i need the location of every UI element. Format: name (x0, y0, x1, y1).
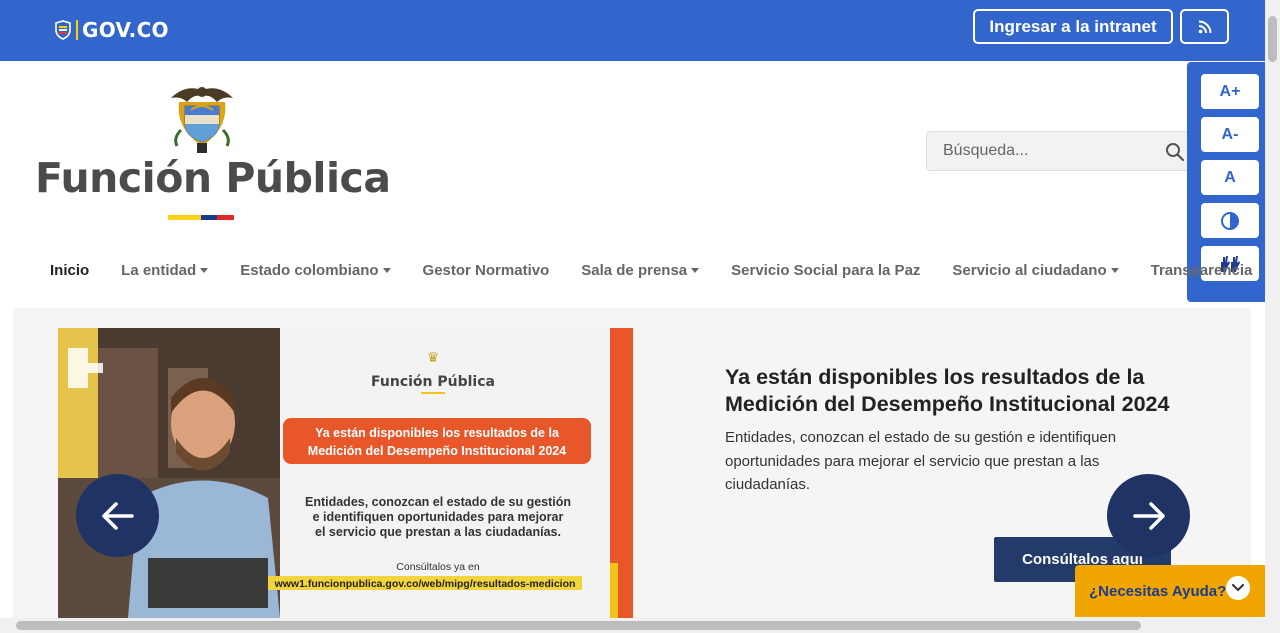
vertical-scroll-thumb[interactable] (1268, 16, 1277, 62)
brand-title: Función Pública (35, 154, 391, 202)
reset-font-button[interactable]: A (1201, 160, 1259, 195)
nav-item-la-entidad[interactable]: La entidad (105, 252, 224, 288)
page: GOV.CO Ingresar a la intranet Función Pú… (0, 0, 1280, 633)
slide-image-headline-1: Ya están disponibles los resultados de l… (315, 426, 560, 440)
nav-item-label: Servicio Social para la Paz (731, 261, 921, 279)
funcion-publica-logo[interactable]: Función Pública (35, 78, 391, 228)
nav-item-label: Servicio al ciudadano (952, 261, 1107, 279)
chevron-down-icon[interactable] (1226, 576, 1250, 600)
nav-item-label: Estado colombiano (240, 261, 379, 279)
coat-of-arms-icon (171, 87, 233, 153)
help-widget[interactable]: ¿Necesitas Ayuda? (1075, 565, 1265, 617)
slide-image-logo-text: Función Pública (371, 374, 495, 390)
nav-item-label: Gestor Normativo (422, 261, 550, 279)
slide-image-body-2: e identifiquen oportunidades para mejora… (313, 510, 564, 524)
horizontal-scroll-thumb[interactable] (16, 621, 1141, 630)
contrast-button[interactable] (1201, 203, 1259, 238)
slide-image-consult-label: Consúltalos ya en (396, 561, 480, 573)
rss-icon (1198, 20, 1211, 33)
vertical-scrollbar[interactable] (1265, 0, 1280, 618)
caret-down-icon (200, 267, 209, 273)
nav-item-servicio-ciudadano[interactable]: Servicio al ciudadano (936, 252, 1134, 288)
gov-logo-text: GOV.CO (82, 18, 169, 42)
nav-item-label: Inicio (50, 261, 90, 279)
nav-item-gestor-normativo[interactable]: Gestor Normativo (407, 252, 566, 288)
search-input[interactable] (927, 132, 1157, 170)
carousel-prev-button[interactable] (76, 474, 159, 557)
horizontal-scrollbar[interactable] (0, 618, 1280, 633)
contrast-icon (1221, 211, 1239, 230)
nav-item-label: Transparencia (1150, 261, 1253, 279)
nav-item-servicio-social[interactable]: Servicio Social para la Paz (715, 252, 936, 288)
decrease-font-button[interactable]: A- (1201, 117, 1259, 152)
slide-content: Ya están disponibles los resultados de l… (725, 364, 1185, 497)
svg-text:♛: ♛ (427, 350, 440, 366)
brand-flag-stripe (168, 215, 234, 220)
intranet-button[interactable]: Ingresar a la intranet (973, 9, 1173, 44)
caret-down-icon (382, 267, 391, 273)
caret-down-icon (1110, 267, 1119, 273)
slide-image-headline-2: Medición del Desempeño Institucional 202… (308, 444, 566, 458)
carousel-next-button[interactable] (1107, 474, 1190, 557)
nav-item-sala-de-prensa[interactable]: Sala de prensa (565, 252, 715, 288)
slide-title: Ya están disponibles los resultados de l… (725, 365, 1170, 416)
hero-carousel: ♛ Función Pública Ya están disponibles l… (13, 308, 1251, 618)
slide-image[interactable]: ♛ Función Pública Ya están disponibles l… (58, 328, 633, 618)
help-label: ¿Necesitas Ayuda? (1089, 582, 1227, 600)
slide-image-body-3: el servicio que prestan a las ciudadanía… (315, 525, 561, 539)
caret-down-icon (691, 267, 700, 273)
logo-divider (76, 20, 78, 40)
gov-co-logo[interactable]: GOV.CO (54, 18, 169, 42)
search-icon[interactable] (1165, 142, 1185, 162)
nav-item-estado-colombiano[interactable]: Estado colombiano (224, 252, 406, 288)
gov-top-bar: GOV.CO Ingresar a la intranet (0, 0, 1265, 61)
increase-font-button[interactable]: A+ (1201, 74, 1259, 109)
rss-button[interactable] (1180, 9, 1229, 44)
main-nav: Inicio La entidad Estado colombiano Gest… (34, 252, 1268, 288)
slide-image-body-1: Entidades, conozcan el estado de su gest… (305, 495, 571, 509)
arrow-right-icon (1132, 501, 1165, 530)
search-box (926, 131, 1196, 171)
nav-item-transparencia[interactable]: Transparencia (1135, 252, 1269, 288)
colombia-seal-icon (55, 20, 71, 40)
nav-item-label: Sala de prensa (581, 261, 688, 279)
nav-item-inicio[interactable]: Inicio (34, 252, 105, 288)
nav-item-label: La entidad (121, 261, 197, 279)
slide-description: Entidades, conozcan el estado de su gest… (725, 429, 1117, 493)
slide-image-url: www1.funcionpublica.gov.co/web/mipg/resu… (274, 578, 576, 590)
arrow-left-icon (101, 501, 134, 530)
